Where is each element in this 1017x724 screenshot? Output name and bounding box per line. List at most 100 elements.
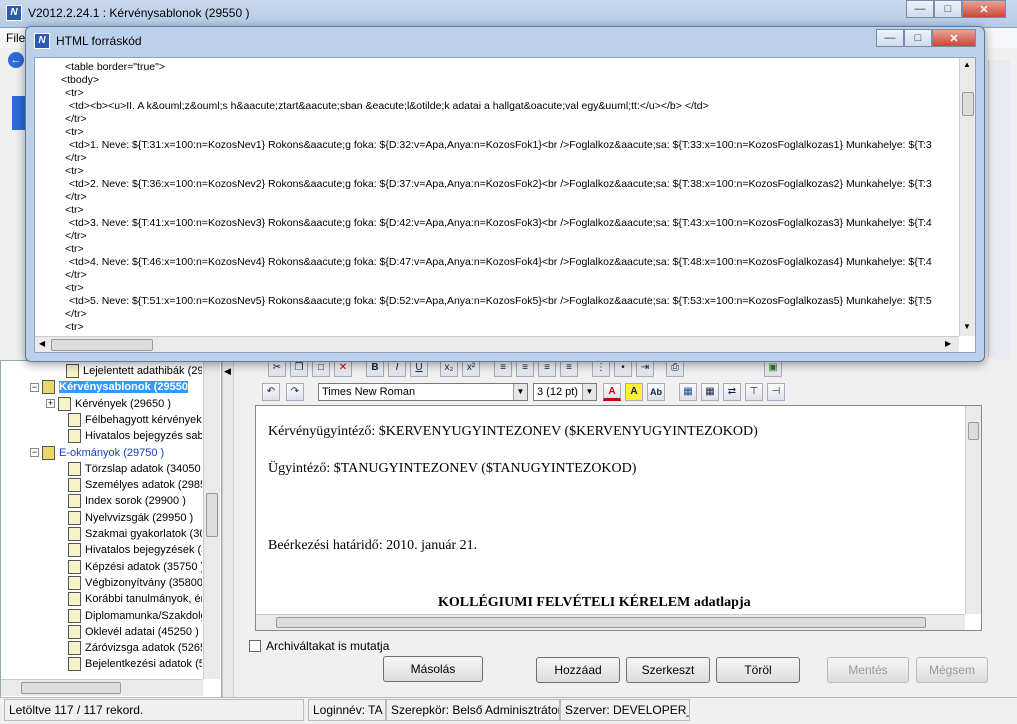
source-code-line: <td>3. Neve: ${T:41:x=100:n=KozosNev3} R… — [69, 217, 932, 229]
minimize-icon[interactable]: — — [876, 29, 904, 47]
tree-item[interactable]: Hivatalos bejegyzések (3 — [52, 542, 202, 558]
tree-hscroll-thumb[interactable] — [21, 682, 121, 694]
redo-icon[interactable]: ↷ — [286, 383, 304, 401]
tree-item[interactable]: Bejelentkezési adatok (5 — [52, 656, 202, 672]
menu-file[interactable]: File — [6, 31, 25, 45]
tree-item[interactable]: − Kérvénysablonok (29550 — [30, 379, 202, 395]
tree-item[interactable]: Korábbi tanulmányok, ére — [52, 591, 202, 607]
tree-item[interactable]: Képzési adatok (35750 ) — [52, 559, 202, 575]
document-icon — [68, 559, 81, 574]
insert-table-icon[interactable]: ▦ — [679, 383, 697, 401]
add-button[interactable]: Hozzáad — [536, 657, 620, 683]
tree-item[interactable]: Lejelentett adathibák (29450 — [48, 363, 202, 379]
tree-vertical-scrollbar[interactable] — [203, 361, 220, 679]
tree-scroll-thumb[interactable] — [206, 493, 218, 537]
tree-horizontal-scrollbar[interactable] — [1, 679, 203, 696]
minimize-icon[interactable]: — — [906, 0, 934, 18]
tree-item[interactable]: Diplomamunka/Szakdolg — [52, 608, 202, 624]
source-code-line: <td>2. Neve: ${T:36:x=100:n=KozosNev2} R… — [69, 178, 932, 190]
editor-horizontal-scrollbar[interactable] — [256, 614, 965, 630]
close-icon[interactable]: ✕ — [962, 0, 1006, 18]
source-code-line: <tr> — [65, 126, 84, 138]
font-family-select[interactable]: Times New Roman ▼ — [318, 383, 528, 401]
source-code-line: <td>4. Neve: ${T:46:x=100:n=KozosNev4} R… — [69, 256, 932, 268]
html-source-textarea[interactable]: <table border="true"> <tbody> <tr> <td><b><… — [34, 57, 976, 353]
document-icon — [68, 641, 81, 656]
scroll-right-icon[interactable]: ▶ — [945, 339, 951, 348]
font-size-select[interactable]: 3 (12 pt) ▼ — [533, 383, 597, 401]
chevron-down-icon[interactable]: ▼ — [582, 384, 596, 400]
tree-item[interactable]: Törzslap adatok (34050 — [52, 461, 202, 477]
back-arrow-icon[interactable]: ← — [8, 52, 24, 68]
editor-hscroll-thumb[interactable] — [276, 617, 926, 628]
table-props-icon[interactable]: ▦ — [701, 383, 719, 401]
undo-icon[interactable]: ↶ — [262, 383, 280, 401]
tree-item[interactable]: Félbehagyott kérvények — [52, 412, 202, 428]
tree-item-label: Kérvénysablonok (29550 — [59, 381, 189, 394]
collapse-icon[interactable]: − — [30, 448, 39, 458]
font-color-icon[interactable]: A — [603, 383, 621, 401]
tree-item[interactable]: Hivatalos bejegyzés sabl — [52, 428, 202, 444]
archive-checkbox[interactable] — [249, 640, 261, 652]
source-code-line: <td>5. Neve: ${T:51:x=100:n=KozosNev5} R… — [69, 295, 932, 307]
tree-item-label: Bejelentkezési adatok (5 — [85, 658, 202, 671]
tree-item-label: Képzési adatok (35750 ) — [85, 560, 202, 573]
tree-item-label: Lejelentett adathibák (29450 — [83, 365, 202, 377]
source-horizontal-scrollbar[interactable]: ◀ ▶ — [35, 336, 959, 352]
copy-button[interactable]: Másolás — [383, 656, 483, 682]
tree-item[interactable]: Nyelvvizsgák (29950 ) — [52, 510, 202, 526]
tree-item[interactable]: Végbizonyítvány (35800 — [52, 575, 202, 591]
tree-item-label: Korábbi tanulmányok, ére — [85, 593, 202, 606]
edit-button[interactable]: Szerkeszt — [626, 657, 710, 683]
source-vertical-scrollbar[interactable]: ▲ ▼ — [959, 58, 975, 336]
tree-item[interactable]: Oklevél adatai (45250 ) — [52, 624, 202, 640]
tree-item[interactable]: − E-okmányok (29750 ) — [30, 445, 202, 461]
tree-item[interactable]: + Kérvények (29650 ) — [46, 396, 202, 412]
folder-open-icon — [42, 380, 55, 395]
cancel-button[interactable]: Mégsem — [916, 657, 988, 683]
scroll-down-icon[interactable]: ▼ — [963, 322, 971, 331]
save-button[interactable]: Mentés — [827, 657, 909, 683]
source-code-line: <tr> — [65, 321, 84, 333]
document-icon — [66, 364, 79, 379]
source-code-line: <tr> — [65, 243, 84, 255]
document-icon — [58, 396, 71, 411]
source-code-line: <table border="true"> — [65, 61, 165, 73]
status-records: Letöltve 117 / 117 rekord. — [4, 699, 304, 721]
collapse-icon[interactable]: − — [30, 382, 39, 392]
source-code-line: </tr> — [65, 269, 87, 281]
spellcheck-icon[interactable]: Ab — [647, 383, 665, 401]
tree-item[interactable]: Záróvizsga adatok (5265 — [52, 640, 202, 656]
panel-splitter[interactable]: ◀ — [222, 360, 234, 698]
tree-item[interactable]: Index sorok (29900 ) — [52, 493, 202, 509]
tree-item[interactable]: Személyes adatok (2985 — [52, 477, 202, 493]
maximize-icon[interactable]: □ — [934, 0, 962, 18]
collapse-arrow-icon[interactable]: ◀ — [224, 366, 231, 377]
insert-column-icon[interactable]: ⊤ — [745, 383, 763, 401]
tree-item[interactable]: Szakmai gyakorlatok (30 — [52, 526, 202, 542]
source-hscroll-thumb[interactable] — [51, 339, 153, 351]
maximize-icon[interactable]: □ — [904, 29, 932, 47]
merge-cells-icon[interactable]: ⇄ — [723, 383, 741, 401]
source-code-line: </tr> — [65, 308, 87, 320]
tree-item-label: Hivatalos bejegyzések (3 — [85, 544, 202, 557]
document-icon — [68, 412, 81, 427]
editor-scroll-thumb[interactable] — [968, 422, 979, 440]
chevron-down-icon[interactable]: ▼ — [513, 384, 527, 400]
highlight-color-icon[interactable]: A — [625, 383, 643, 401]
insert-row-icon[interactable]: ⊣ — [767, 383, 785, 401]
tree-item-label: Hivatalos bejegyzés sabl — [85, 430, 202, 443]
expand-icon[interactable]: + — [46, 399, 55, 409]
source-scroll-thumb[interactable] — [962, 92, 974, 116]
scroll-left-icon[interactable]: ◀ — [39, 339, 45, 348]
close-icon[interactable]: ✕ — [932, 29, 976, 47]
editor-line-heading: KOLLÉGIUMI FELVÉTELI KÉRELEM adatlapja — [438, 595, 751, 610]
document-icon — [68, 657, 81, 672]
status-server: Szerver: DEVELOPER_Te — [560, 699, 690, 721]
document-icon — [68, 461, 81, 476]
tree-item-label: Félbehagyott kérvények — [85, 413, 202, 426]
rich-text-editor[interactable]: Kérvényügyintéző: $KERVENYUGYINTEZONEV (… — [255, 405, 982, 631]
editor-vertical-scrollbar[interactable] — [965, 406, 981, 614]
delete-button[interactable]: Töröl — [716, 657, 800, 683]
scroll-up-icon[interactable]: ▲ — [963, 60, 971, 69]
